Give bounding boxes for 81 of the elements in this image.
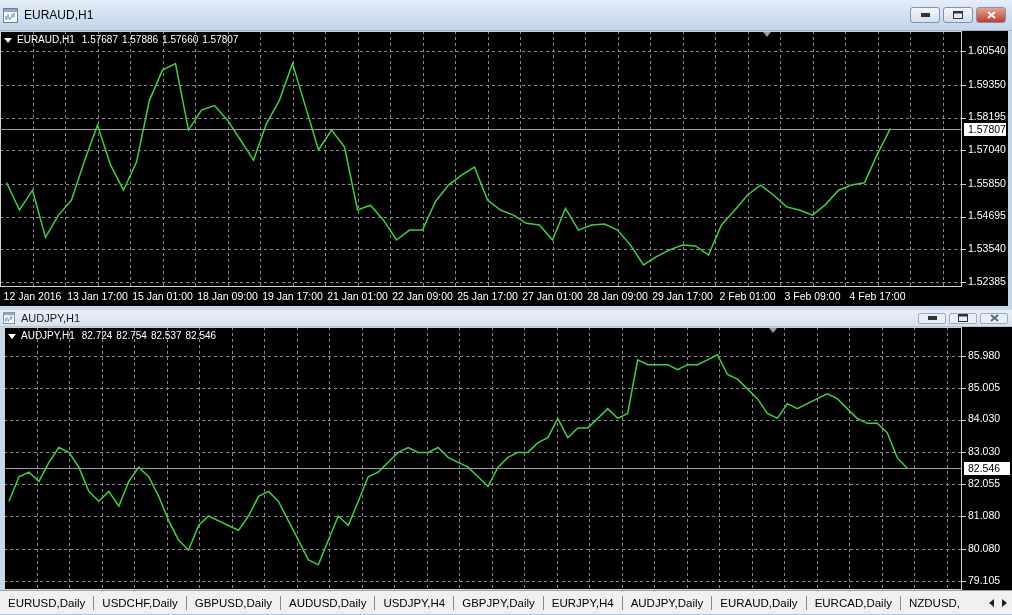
- maximize-button[interactable]: [943, 7, 973, 23]
- quote-value: 82.754: [116, 330, 147, 342]
- current-price-label: 82.546: [964, 461, 1010, 475]
- price-axis-label: 83.030: [968, 445, 1001, 458]
- maximize-icon: [953, 11, 963, 19]
- chart-window-icon: [3, 7, 18, 23]
- price-axis-label: 1.58195: [968, 110, 1006, 123]
- price-axis-label: 79.105: [968, 573, 1001, 586]
- minimize-button[interactable]: [910, 7, 940, 23]
- price-axis-label: 1.59350: [968, 77, 1006, 90]
- close-icon: [989, 314, 999, 322]
- time-axis-label: 19 Jan 17:00: [262, 290, 323, 302]
- chart-tab[interactable]: EURCAD,Daily: [806, 595, 901, 610]
- time-axis-label: 22 Jan 09:00: [392, 290, 453, 302]
- down-triangle-icon: [769, 328, 777, 333]
- chart-tab[interactable]: AUDJPY,Daily: [622, 595, 713, 610]
- close-button[interactable]: [980, 312, 1008, 324]
- chart-symbol: AUDJPY,H1: [21, 330, 75, 342]
- chart-tab[interactable]: GBPUSD,Daily: [186, 595, 282, 610]
- time-axis-label: 12 Jan 2016: [3, 290, 62, 302]
- quote-value: 82.537: [150, 330, 182, 342]
- maximize-icon: [958, 314, 968, 322]
- price-axis-label: 80.080: [968, 541, 1001, 554]
- quote-value: 82.724: [81, 330, 113, 342]
- time-axis-label: 18 Jan 09:00: [197, 290, 258, 302]
- quote-value: 1.57687: [81, 34, 118, 46]
- maximize-button[interactable]: [949, 312, 977, 324]
- caret-right-icon: [1002, 598, 1007, 607]
- time-axis-label: 13 Jan 17:00: [67, 290, 128, 302]
- title-bar[interactable]: EURAUD,H1: [0, 0, 1012, 31]
- price-axis-label: 85.005: [968, 380, 1001, 393]
- chart-tab[interactable]: USDJPY,H4: [375, 595, 455, 610]
- chart-symbol: EURAUD,H1: [17, 34, 75, 46]
- window-title: EURAUD,H1: [24, 7, 94, 24]
- chart-tab[interactable]: USDCHF,Daily: [94, 595, 187, 610]
- caret-down-icon[interactable]: [4, 37, 12, 43]
- time-axis-label: 27 Jan 01:00: [522, 290, 583, 302]
- chart-tab[interactable]: NZDUSD,: [900, 595, 969, 610]
- scroll-right-button[interactable]: [1000, 596, 1009, 609]
- ref-line-label: 1.57807: [968, 122, 1007, 135]
- close-icon: [986, 11, 996, 19]
- quote-value: 82.546: [185, 330, 217, 342]
- time-axis-label: 29 Jan 17:00: [652, 290, 713, 302]
- time-axis-label: 2 Feb 01:00: [719, 290, 776, 302]
- price-axis-label: 1.57040: [968, 143, 1006, 155]
- price-axis-label: 1.53540: [968, 242, 1006, 255]
- ref-line-label: 82.546: [968, 461, 1001, 474]
- price-axis-label: 1.55850: [968, 176, 1006, 189]
- chart-tab[interactable]: EURUSD,Daily: [0, 595, 95, 610]
- chart-tab[interactable]: EURJPY,H4: [543, 595, 623, 610]
- price-axis-label: 84.030: [968, 412, 1001, 425]
- minimize-icon: [920, 13, 930, 17]
- close-button[interactable]: [976, 7, 1006, 23]
- down-triangle-icon: [763, 32, 771, 37]
- scroll-left-button[interactable]: [987, 596, 996, 609]
- minimize-button[interactable]: [918, 312, 946, 324]
- time-axis-label: 3 Feb 09:00: [784, 290, 841, 302]
- title-bar[interactable]: AUDJPY,H1: [0, 310, 1012, 327]
- caret-down-icon[interactable]: [8, 333, 16, 339]
- chart-tab[interactable]: AUDUSD,Daily: [281, 595, 376, 610]
- window-title: AUDJPY,H1: [21, 311, 81, 325]
- chart-window-icon: [3, 312, 15, 324]
- chart-tab[interactable]: GBPJPY,Daily: [454, 595, 544, 610]
- price-axis-label: 81.080: [968, 509, 1001, 522]
- quote-value: 1.57660: [162, 34, 199, 46]
- caret-left-icon: [989, 598, 994, 607]
- current-price-label: 1.57807: [964, 122, 1006, 136]
- chart-tab[interactable]: EURAUD,Daily: [712, 595, 807, 610]
- quote-value: 1.57886: [121, 34, 159, 46]
- quote-value: 1.57807: [202, 34, 239, 46]
- time-axis-label: 28 Jan 09:00: [587, 290, 648, 302]
- price-axis-label: 82.055: [968, 477, 1001, 490]
- price-axis-label: 1.52385: [968, 274, 1006, 287]
- time-axis-label: 15 Jan 01:00: [132, 290, 193, 302]
- price-axis-label: 85.980: [968, 348, 1001, 361]
- time-axis-label: 25 Jan 17:00: [457, 290, 518, 302]
- time-axis-label: 4 Feb 17:00: [849, 290, 906, 302]
- minimize-icon: [927, 316, 937, 320]
- price-axis-label: 1.54695: [968, 209, 1006, 222]
- price-axis-label: 1.60540: [968, 43, 1006, 56]
- time-axis-label: 21 Jan 01:00: [327, 290, 388, 302]
